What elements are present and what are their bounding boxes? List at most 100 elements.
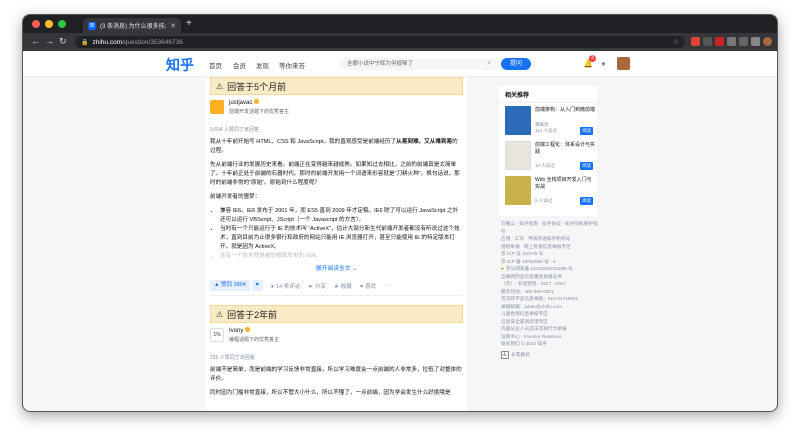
expand-full-text-button[interactable]: 展开阅读全文 ⌄ — [206, 263, 467, 272]
footer-link: 服务热线：400-919-0001 — [501, 288, 554, 294]
site-footer: 刘看山 · 知乎指南 · 知乎协议 · 知乎隐私保护指引 应用 · 工作 · 申… — [501, 220, 601, 359]
window-controls — [32, 20, 66, 28]
police-badge-icon: ● — [501, 266, 504, 271]
comment-button[interactable]: ● 14 条评论 — [271, 282, 300, 290]
reload-icon[interactable]: ↻ — [59, 36, 67, 47]
author-avatar[interactable]: 1% — [210, 328, 224, 342]
search-icon[interactable]: ⌕ — [487, 58, 491, 70]
new-tab-icon[interactable]: + — [186, 18, 192, 29]
footer-link[interactable]: 信息安全漏洞反馈专区 — [501, 318, 601, 326]
user-avatar[interactable] — [617, 57, 630, 70]
sidebar-icon[interactable] — [751, 37, 760, 46]
book-reads: 12 人读过 — [535, 163, 555, 168]
read-button[interactable]: 阅读 — [580, 197, 593, 205]
answer-paragraph: 我从十年前开始写 HTML、CSS 和 JavaScript。我的直观感受是前端… — [210, 139, 458, 154]
footer-link[interactable]: （京）- 非经营性 - 2017 - 0067 — [501, 280, 601, 288]
comment-icon: ● — [270, 283, 275, 290]
nav-discover[interactable]: 发现 — [256, 60, 269, 70]
footer-link[interactable]: 刘看山 · 知乎指南 · 知乎协议 · 知乎隐私保护指引 — [501, 220, 601, 235]
close-window-button[interactable] — [32, 20, 40, 28]
close-tab-icon[interactable]: ✕ — [170, 22, 176, 30]
list-item-faded: 还有一个技术就是被的微软发布的 XML — [220, 252, 463, 261]
chevron-down-icon: ⌄ — [352, 266, 358, 272]
book-card[interactable]: 前端工程化：体系设计与实践 12 人读过 阅读 — [505, 140, 595, 173]
footer-link[interactable]: 互联网药品信息服务资格证书 — [501, 273, 601, 281]
ask-button[interactable]: 提问 — [501, 58, 531, 70]
verified-badge-icon — [254, 99, 260, 104]
zhihu-logo[interactable]: 知乎 — [166, 55, 194, 75]
book-card[interactable]: 前端架构：从入门到微前端 黄峰达 112 人读过 阅读 — [505, 105, 595, 138]
message-icon[interactable]: ● — [601, 59, 606, 68]
answer-actions: ▲ 赞同 3804 ▼ ● 14 条评论 ➤ 分享 ★ 收藏 ♥ 喜欢 ··· — [210, 280, 463, 296]
bookmark-star-icon[interactable]: ☆ — [673, 38, 679, 46]
answer-paragraph: 同时因为门槛非常直接，所以不管大小什么，所以不懂了，一点前端，因为学会发生什么好… — [210, 390, 451, 396]
footer-link[interactable]: 应用 · 工作 · 申请开通知乎机构号 — [501, 235, 601, 243]
footer-link[interactable]: 京 ICP 证 110745 号 — [501, 250, 601, 258]
author-description: 编程话题下的优秀答主 — [229, 337, 280, 343]
footer-link[interactable]: 侵权举报 · 网上有害信息举报专区 — [501, 243, 601, 251]
elder-mode-icon: ♿ — [501, 350, 509, 359]
author-avatar[interactable] — [210, 100, 224, 114]
book-cover[interactable] — [505, 106, 531, 135]
nav-member[interactable]: 会员 — [233, 60, 246, 70]
zhihu-favicon-icon: 知 — [88, 21, 96, 30]
extension-icon[interactable] — [691, 37, 700, 46]
police-record[interactable]: ● 京公网安备 11010802020088 号 — [501, 265, 601, 273]
lock-icon: 🔒 — [81, 39, 89, 46]
search-placeholder: 全娜小说中宁辉为何投降了 — [347, 61, 414, 67]
agree-count: 3,604 人赞同了该回答 — [210, 127, 259, 133]
read-button[interactable]: 阅读 — [580, 127, 593, 135]
maximize-window-button[interactable] — [58, 20, 66, 28]
extension-icon[interactable] — [727, 37, 736, 46]
extension-icon[interactable] — [703, 37, 712, 46]
address-bar[interactable]: 🔒 zhihu.com/question/353646736 ☆ — [75, 36, 685, 48]
footer-link[interactable]: 京 ICP 备 13052560 号 - 1 — [501, 258, 601, 266]
elder-mode-button[interactable]: ♿ 长辈模式 — [501, 350, 601, 359]
vote-up-button[interactable]: ▲ 赞同 3804 — [210, 280, 250, 291]
answer-time-banner: ⚠ 回答于2年前 — [210, 305, 463, 323]
profile-avatar[interactable] — [763, 37, 772, 46]
share-button[interactable]: ➤ 分享 — [308, 282, 326, 290]
browser-toolbar: ← → ↻ 🔒 zhihu.com/question/353646736 ☆ — [23, 33, 777, 51]
book-title[interactable]: 前端架构：从入门到微前端 — [535, 107, 595, 114]
footer-link[interactable]: 内容从业人员违法违规行为举报 — [501, 325, 601, 333]
vote-down-button[interactable]: ▼ — [251, 280, 263, 291]
book-title[interactable]: 前端工程化：体系设计与实践 — [535, 142, 595, 156]
url-text: zhihu.com/question/353646736 — [92, 38, 183, 46]
search-input[interactable]: 全娜小说中宁辉为何投降了 ⌕ — [339, 58, 497, 70]
zhihu-header: 知乎 首页 会员 发现 等你来答 全娜小说中宁辉为何投降了 ⌕ 提问 🔔 3 ● — [23, 51, 777, 77]
author-description: 前端开发话题下的优秀答主 — [229, 109, 290, 115]
favorite-button[interactable]: ★ 收藏 — [334, 282, 352, 290]
author-info: 1% Ivony 编程话题下的优秀答主 — [210, 327, 463, 351]
answer-paragraph: 前端不是简单，而是前端的学习反馈非常直接，所以学习难度会一点前端的人非常多，拉低… — [210, 367, 462, 382]
forward-icon[interactable]: → — [45, 36, 54, 46]
warning-icon: ⚠ — [216, 309, 224, 319]
nav-home[interactable]: 首页 — [209, 60, 222, 70]
read-button[interactable]: 阅读 — [580, 162, 593, 170]
author-info: justjavac 前端开发话题下的优秀答主 — [210, 99, 463, 123]
extension-icon[interactable] — [715, 37, 724, 46]
author-name[interactable]: Ivony — [229, 327, 251, 334]
more-button[interactable]: ··· — [384, 283, 390, 289]
tab-title: (3 条消息) 为什么很多技术都想 — [100, 24, 166, 30]
star-icon: ★ — [333, 283, 339, 290]
nav-waiting-answers[interactable]: 等你来答 — [279, 60, 305, 70]
author-name[interactable]: justjavac — [229, 99, 260, 106]
answer-time-banner: ⚠ 回答于5个月前 — [210, 77, 463, 95]
book-cover[interactable] — [505, 141, 531, 170]
book-card[interactable]: Web 全栈项目开发入门与实战 5 人读过 阅读 — [505, 175, 593, 208]
book-cover[interactable] — [505, 176, 531, 205]
answer-list: 兼容 IE6。IE6 发布于 2001 年，而 ES5 直到 2009 年才定稿… — [216, 207, 463, 261]
tab-active[interactable]: 知 (3 条消息) 为什么很多技术都想 ✕ — [83, 18, 181, 33]
footer-link[interactable]: 联系我们 © 2022 知乎 — [501, 340, 601, 348]
footer-link[interactable]: 证照中心 · Investor Relations — [501, 333, 601, 341]
puzzle-icon[interactable] — [739, 37, 748, 46]
minimize-window-button[interactable] — [45, 20, 53, 28]
book-title[interactable]: Web 全栈项目开发入门与实战 — [535, 177, 595, 191]
footer-link[interactable]: 举报邮箱：jubao@zhihu.com — [501, 303, 601, 311]
like-button[interactable]: ♥ 喜欢 — [360, 282, 376, 290]
footer-link[interactable]: 儿童色情信息举报专区 — [501, 310, 601, 318]
banner-text: 回答于2年前 — [227, 309, 278, 320]
warning-icon: ⚠ — [216, 81, 224, 91]
back-icon[interactable]: ← — [31, 36, 40, 46]
